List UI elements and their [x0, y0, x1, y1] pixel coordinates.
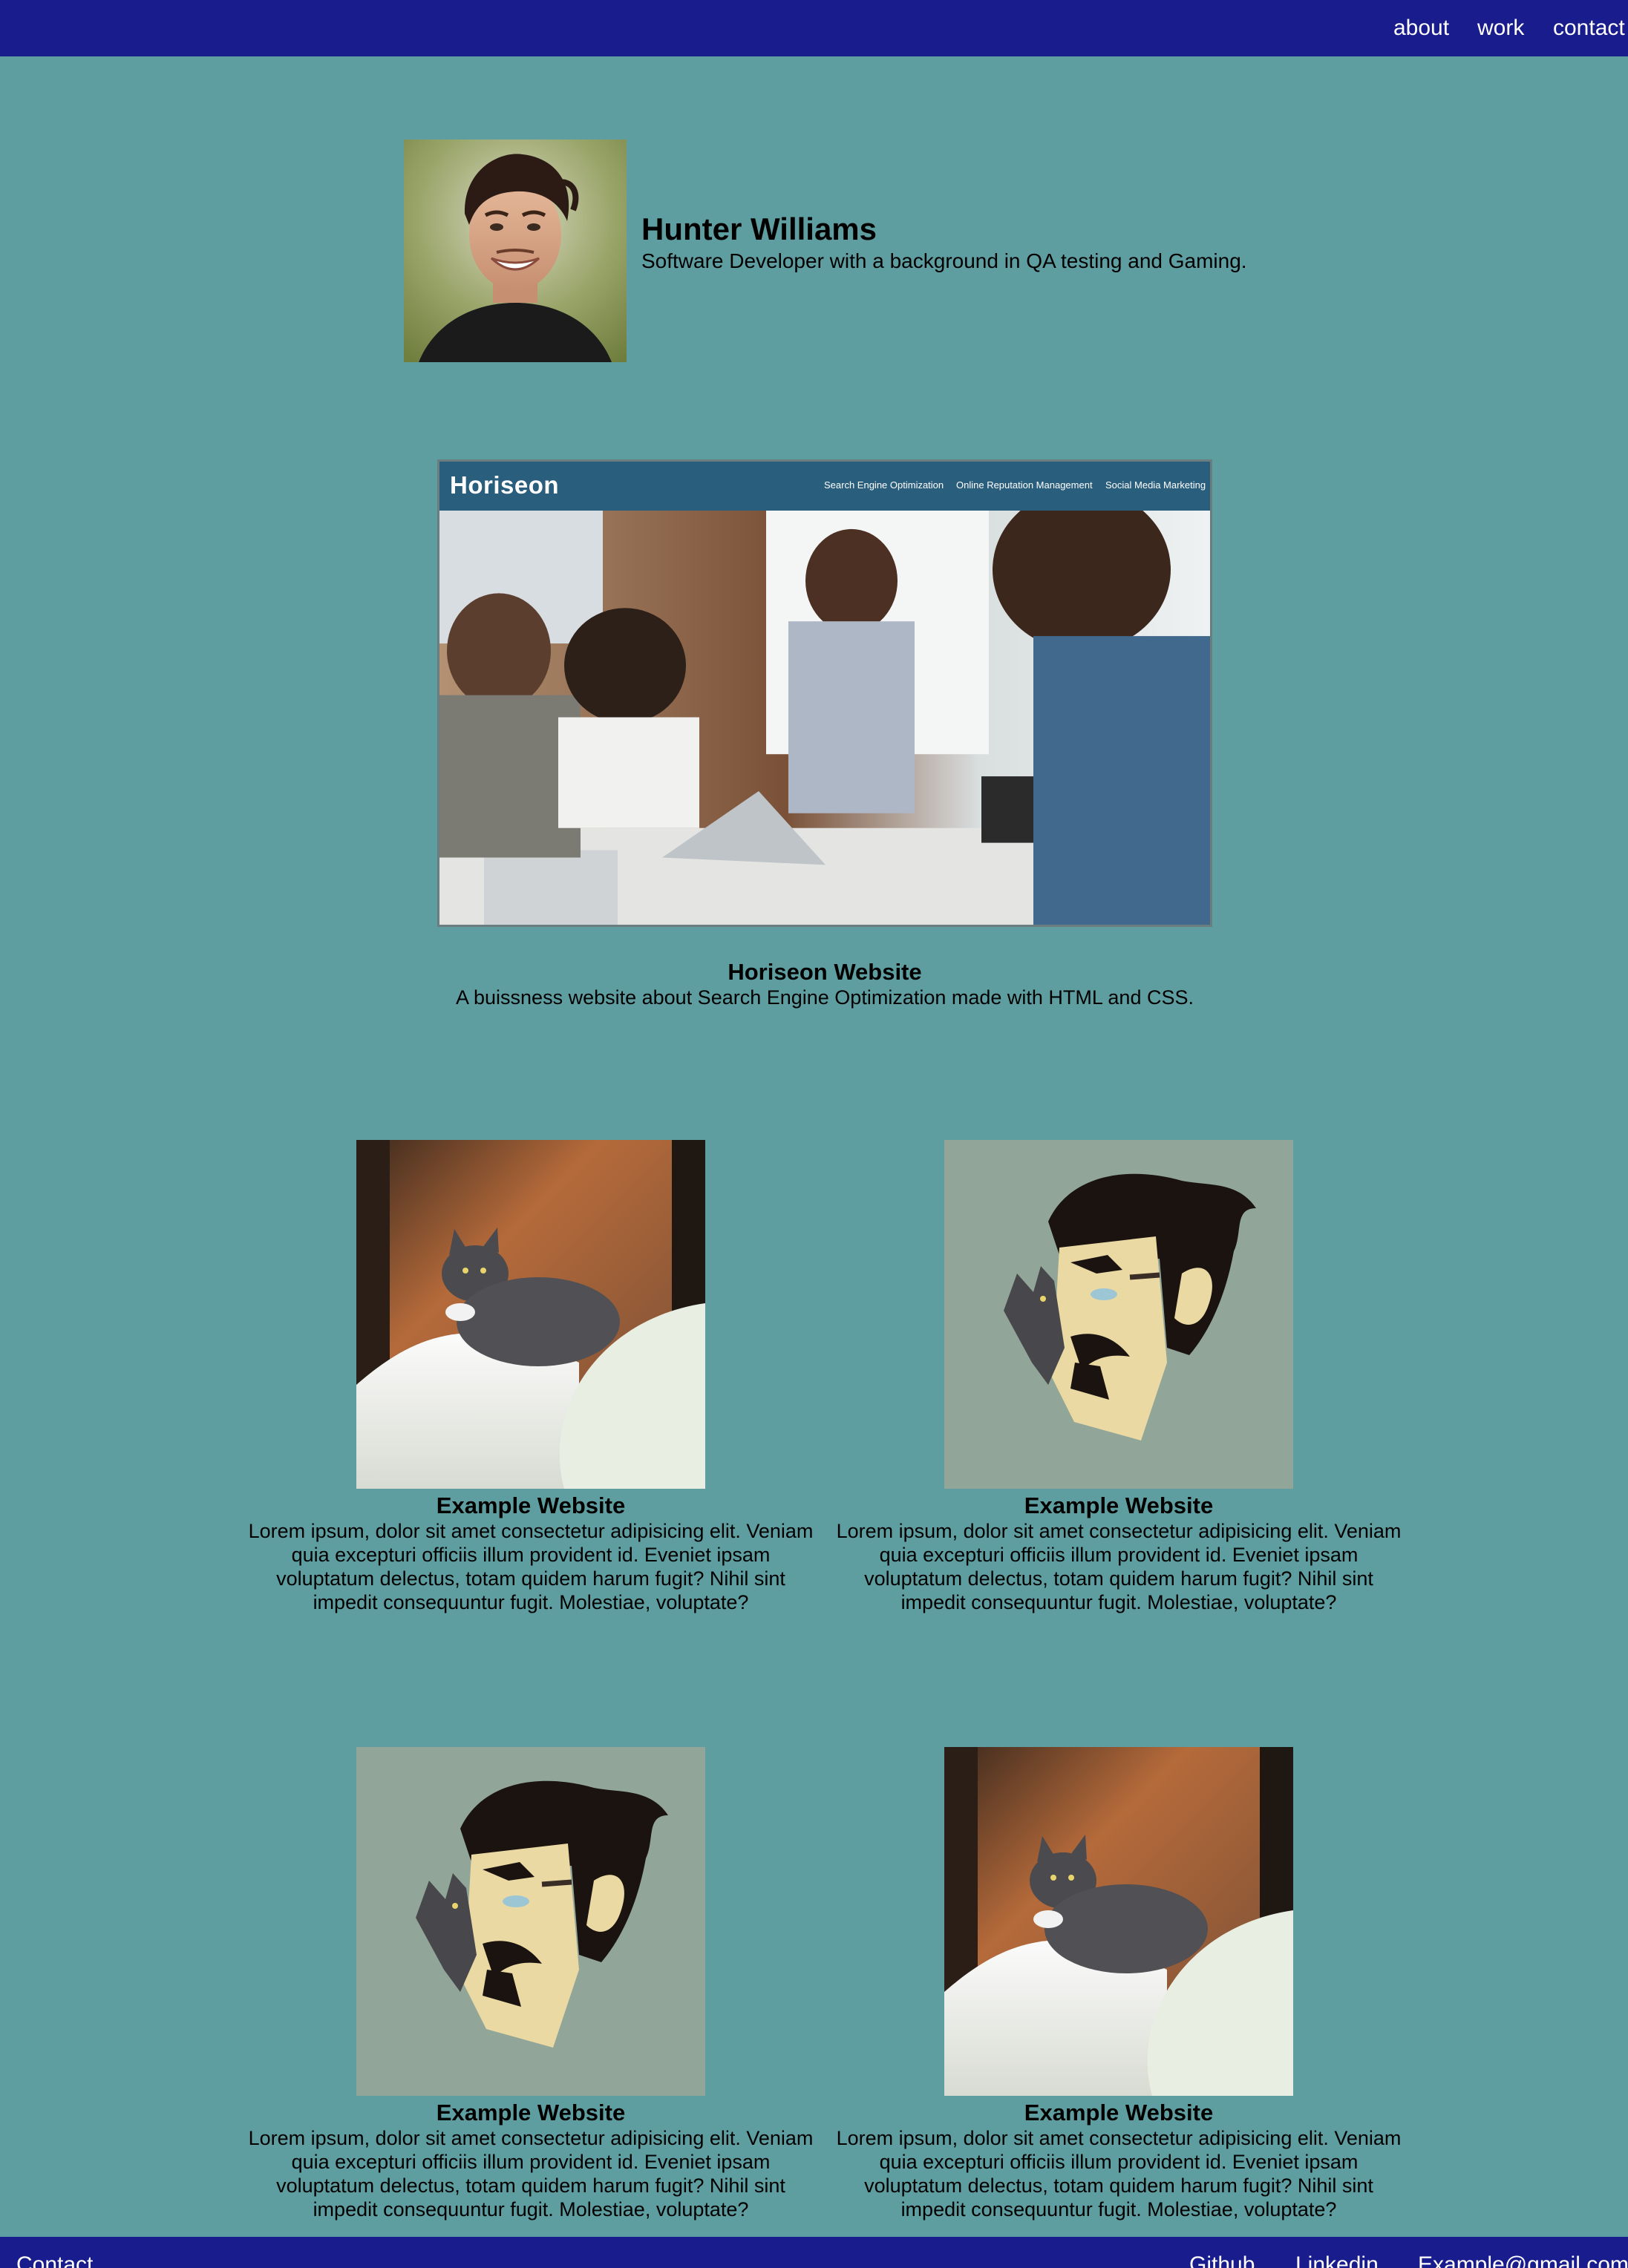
featured-project-description: A buissness website about Search Engine …	[455, 986, 1194, 1009]
project-description: Lorem ipsum, dolor sit amet consectetur …	[248, 1520, 814, 1613]
horiseon-screenshot[interactable]: Horiseon Search Engine Optimization Onli…	[437, 459, 1212, 927]
project-description: Lorem ipsum, dolor sit amet consectetur …	[836, 2127, 1402, 2221]
project-image-avatar[interactable]	[356, 1747, 705, 2096]
project-image-cat[interactable]	[944, 1747, 1293, 2096]
project-title: Example Website	[1024, 2100, 1214, 2126]
nav-link-about[interactable]: about	[1393, 13, 1449, 43]
profile-description: Software Developer with a background in …	[641, 249, 1247, 272]
nav-link-work[interactable]: work	[1477, 13, 1524, 43]
horiseon-menu-item: Social Media Marketing	[1105, 479, 1206, 491]
nav-link-contact[interactable]: contact	[1553, 13, 1625, 43]
project-title: Example Website	[436, 2100, 626, 2126]
featured-project-title: Horiseon Website	[728, 959, 922, 985]
footer: Contact Github Linkedin Example@gmail.co…	[0, 2237, 1628, 2268]
project-title: Example Website	[436, 1492, 626, 1518]
horiseon-menu-item: Online Reputation Management	[956, 479, 1093, 491]
horiseon-menu-item: Search Engine Optimization	[824, 479, 944, 491]
project-image-avatar[interactable]	[944, 1140, 1293, 1489]
project-description: Lorem ipsum, dolor sit amet consectetur …	[836, 1520, 1402, 1613]
project-description: Lorem ipsum, dolor sit amet consectetur …	[248, 2127, 814, 2221]
footer-contact-link[interactable]: Contact	[16, 2250, 93, 2268]
office-meeting-photo	[439, 488, 1210, 925]
footer-linkedin-link[interactable]: Linkedin	[1295, 2250, 1379, 2268]
horiseon-header: Horiseon Search Engine Optimization Onli…	[439, 462, 1210, 511]
project-title: Example Website	[1024, 1492, 1214, 1518]
profile-name: Hunter Williams	[641, 212, 877, 246]
footer-email-link[interactable]: Example@gmail.com	[1418, 2250, 1628, 2268]
profile-photo	[404, 140, 627, 362]
top-navbar: about work contact	[0, 0, 1628, 56]
horiseon-logo: Horiseon	[450, 471, 560, 499]
project-image-cat[interactable]	[356, 1140, 705, 1489]
footer-github-link[interactable]: Github	[1189, 2250, 1255, 2268]
